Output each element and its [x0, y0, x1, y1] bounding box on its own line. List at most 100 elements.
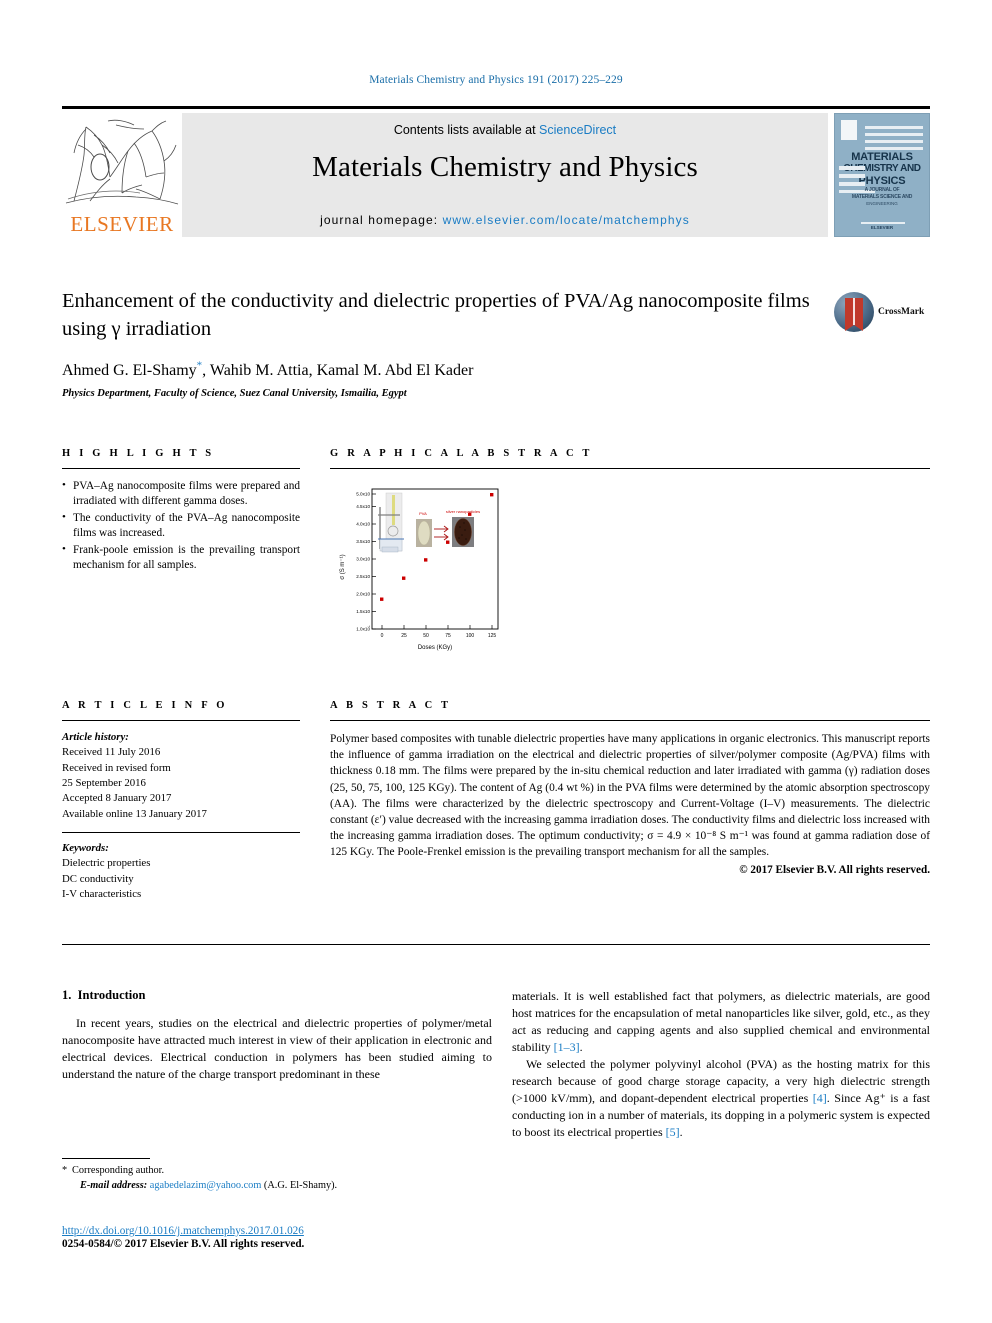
- article-history: Article history: Received 11 July 2016 R…: [62, 730, 300, 822]
- chart-annotation-pva: PVA: [419, 511, 427, 516]
- chart-x-tick-labels: 0 25 50 75 100 125: [381, 633, 497, 639]
- paper-page: Materials Chemistry and Physics 191 (201…: [0, 0, 992, 1323]
- list-item: The conductivity of the PVA–Ag nanocompo…: [62, 510, 300, 541]
- cover-subtitle1: A JOURNAL OF: [864, 187, 900, 193]
- article-info-heading: A R T I C L E I N F O: [62, 700, 228, 711]
- chart-y-tick-labels: 1.0x10⁻⁸ 1.5x10 2.0x10 2.5x10 3.0x10 3.5…: [356, 492, 371, 632]
- svg-text:0: 0: [381, 633, 384, 639]
- cover-rule: [839, 166, 865, 170]
- list-item: Frank-poole emission is the prevailing t…: [62, 542, 300, 573]
- section-number: 1.: [62, 988, 72, 1002]
- abstract-copyright: © 2017 Elsevier B.V. All rights reserved…: [739, 863, 930, 876]
- chart-x-axis-label: Doses (KGy): [418, 645, 452, 651]
- citation-link[interactable]: [5]: [666, 1125, 680, 1139]
- page-title: Enhancement of the conductivity and diel…: [62, 290, 810, 340]
- keyword-item: I-V characteristics: [62, 887, 142, 900]
- crossmark-icon: [834, 292, 874, 332]
- svg-text:5.0x10: 5.0x10: [356, 492, 370, 497]
- journal-homepage-line: journal homepage: www.elsevier.com/locat…: [182, 213, 828, 227]
- email-link[interactable]: agabedelazim@yahoo.com: [150, 1180, 262, 1191]
- svg-text:2.0x10: 2.0x10: [356, 592, 370, 597]
- svg-text:⁻⁸: ⁻⁸: [367, 625, 371, 629]
- divider: [330, 720, 930, 721]
- highlights-section: H I G H L I G H T S PVA–Ag nanocomposite…: [62, 448, 300, 574]
- author-list: Ahmed G. El-Shamy*, Wahib M. Attia, Kama…: [62, 359, 930, 379]
- keywords-label: Keywords:: [62, 841, 109, 854]
- svg-text:100: 100: [466, 633, 475, 639]
- svg-text:75: 75: [445, 633, 451, 639]
- intro-paragraph-1: In recent years, studies on the electric…: [62, 1016, 492, 1082]
- journal-masthead: ELSEVIER Contents lists available at Sci…: [62, 106, 930, 237]
- cover-subtitle3: ENGINEERING: [866, 201, 898, 206]
- divider: [62, 944, 930, 945]
- intro-paragraph-3: We selected the polymer polyvinyl alcoho…: [512, 1056, 930, 1141]
- section-heading-introduction: 1. Introduction: [62, 988, 492, 1003]
- elsevier-tree-icon: [65, 119, 179, 205]
- svg-text:4.0x10: 4.0x10: [356, 522, 370, 527]
- chart-y-axis-label: σ (S m⁻¹): [340, 554, 346, 579]
- cover-rule: [839, 182, 865, 186]
- journal-cover-thumbnail: MATERIALS CHEMISTRY AND PHYSICS A JOURNA…: [834, 113, 930, 237]
- history-line: Available online 13 January 2017: [62, 807, 207, 820]
- footnote-block: * Corresponding author. E-mail address: a…: [62, 1158, 492, 1194]
- abstract-heading: A B S T R A C T: [330, 700, 452, 711]
- sciencedirect-link[interactable]: ScienceDirect: [539, 123, 616, 137]
- svg-text:3.0x10: 3.0x10: [356, 557, 370, 562]
- data-point: [490, 493, 494, 497]
- graphical-abstract-section: G R A P H I C A L A B S T R A C T 1.0x10…: [330, 448, 930, 668]
- divider: [62, 831, 300, 833]
- contents-prefix: Contents lists available at: [393, 123, 540, 137]
- data-point: [402, 576, 406, 580]
- cover-rule: [865, 147, 923, 150]
- homepage-label: journal homepage:: [320, 213, 443, 227]
- contents-available-line: Contents lists available at ScienceDirec…: [182, 123, 828, 137]
- author-footnote-marker: *: [196, 359, 203, 372]
- citation-link[interactable]: [4]: [813, 1091, 827, 1105]
- article-info-section: A R T I C L E I N F O Article history: R…: [62, 700, 300, 902]
- footnote-divider: [62, 1158, 150, 1159]
- svg-text:25: 25: [401, 633, 407, 639]
- list-item: PVA–Ag nanocomposite films were prepared…: [62, 478, 300, 509]
- cover-rule: [865, 140, 923, 143]
- citation-link[interactable]: [1–3]: [554, 1040, 580, 1054]
- homepage-url-link[interactable]: www.elsevier.com/locate/matchemphys: [443, 213, 690, 227]
- elsevier-logo: ELSEVIER: [62, 113, 182, 237]
- para3-text-c: .: [679, 1125, 683, 1140]
- graphical-abstract-heading: G R A P H I C A L A B S T R A C T: [330, 448, 593, 459]
- svg-text:2.5x10: 2.5x10: [356, 574, 370, 579]
- data-point: [424, 558, 428, 562]
- journal-title: Materials Chemistry and Physics: [312, 151, 698, 183]
- crossmark-book-shape: [845, 298, 863, 331]
- email-line: E-mail address: agabedelazim@yahoo.com (…: [62, 1179, 492, 1194]
- authors-names: Ahmed G. El-Shamy*, Wahib M. Attia, Kama…: [62, 359, 474, 379]
- elsevier-wordmark: ELSEVIER: [70, 212, 174, 236]
- crossmark-book-spine: [853, 298, 855, 325]
- corresponding-author-label: Corresponding author.: [72, 1165, 165, 1176]
- cover-rule: [839, 174, 865, 178]
- doi-link[interactable]: http://dx.doi.org/10.1016/j.matchemphys.…: [62, 1225, 562, 1237]
- data-point: [380, 597, 384, 601]
- article-history-label: Article history:: [62, 731, 129, 743]
- data-point: [446, 540, 450, 544]
- cover-publisher: ELSEVIER: [870, 225, 894, 230]
- section-title-text: Introduction: [77, 988, 146, 1002]
- divider: [62, 720, 300, 721]
- crossmark-badge[interactable]: CrossMark: [834, 290, 930, 334]
- svg-text:125: 125: [488, 633, 497, 639]
- cover-rule: [865, 126, 923, 129]
- cover-rule: [865, 133, 923, 136]
- divider: [62, 468, 300, 469]
- cover-title-line1: MATERIALS: [851, 151, 913, 163]
- history-line: Accepted 8 January 2017: [62, 792, 172, 805]
- history-line: 25 September 2016: [62, 776, 146, 789]
- asterisk-icon: *: [62, 1165, 68, 1176]
- abstract-text: Polymer based composites with tunable di…: [330, 733, 930, 859]
- cover-logo-box: [841, 120, 857, 140]
- cover-rule: [861, 222, 905, 224]
- svg-text:3.5x10: 3.5x10: [356, 539, 370, 544]
- crossmark-label: CrossMark: [878, 307, 925, 317]
- body-column-right: materials. It is well established fact t…: [512, 988, 930, 1141]
- data-point: [468, 512, 472, 516]
- svg-text:4.5x10: 4.5x10: [356, 504, 370, 509]
- svg-text:1.5x10: 1.5x10: [356, 609, 370, 614]
